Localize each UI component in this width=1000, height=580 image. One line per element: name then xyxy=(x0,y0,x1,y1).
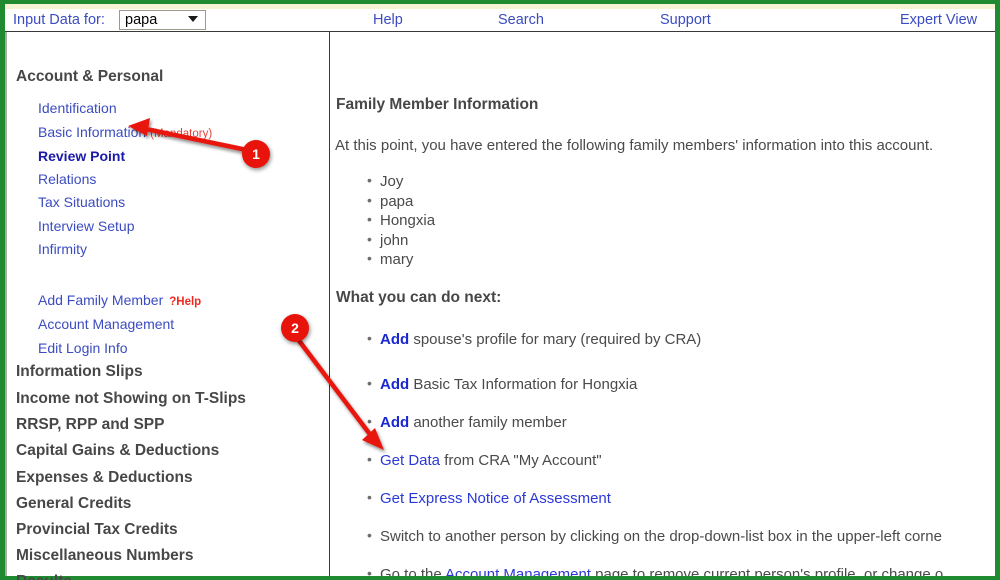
sidebar-item-tax-situations[interactable]: Tax Situations xyxy=(38,194,125,210)
person-select[interactable]: papa xyxy=(119,10,206,30)
sidebar-section-information-slips[interactable]: Information Slips xyxy=(16,363,143,381)
action-text: spouse's profile for mary (required by C… xyxy=(409,331,702,348)
list-item: Joy xyxy=(367,172,404,190)
account-management-link[interactable]: Account Management xyxy=(445,566,591,576)
page-title: Family Member Information xyxy=(336,96,539,113)
window-frame-right xyxy=(995,0,1000,580)
list-item: papa xyxy=(367,192,414,210)
action-account-management: Go to the Account Management page to rem… xyxy=(367,565,944,576)
sidebar-item-label: Add Family Member xyxy=(38,292,164,308)
sidebar-section-results[interactable]: Results xyxy=(16,573,72,580)
sidebar-item-label: Interview Setup xyxy=(38,218,135,234)
action-text: another family member xyxy=(409,414,567,431)
nav-item-expert-view[interactable]: Expert View xyxy=(900,12,977,28)
header: Input Data for: papa Help Search Support… xyxy=(5,9,995,31)
action-text: from CRA "My Account" xyxy=(440,452,602,469)
sidebar-item-label: Identification xyxy=(38,100,117,116)
input-data-label: Input Data for: xyxy=(13,12,105,28)
action-switch-person: Switch to another person by clicking on … xyxy=(367,527,942,545)
sidebar-item-review-point[interactable]: Review Point xyxy=(38,148,125,164)
nav-item-help[interactable]: Help xyxy=(373,12,403,28)
action-add-basic-tax-info: Add Basic Tax Information for Hongxia xyxy=(367,375,638,393)
sidebar-item-interview-setup[interactable]: Interview Setup xyxy=(38,218,135,234)
action-add-another-member: Add another family member xyxy=(367,413,567,431)
sidebar-section-general-credits[interactable]: General Credits xyxy=(16,495,131,513)
list-item: john xyxy=(367,231,409,249)
action-text: Switch to another person by clicking on … xyxy=(380,528,942,545)
action-get-data-cra: Get Data from CRA "My Account" xyxy=(367,451,602,469)
sidebar: Account & Personal Identification Basic … xyxy=(7,32,329,580)
sidebar-section-provincial-tax-credits[interactable]: Provincial Tax Credits xyxy=(16,521,178,539)
sidebar-item-label: Basic Information xyxy=(38,124,147,140)
sidebar-section-capital-gains[interactable]: Capital Gains & Deductions xyxy=(16,442,219,460)
nav-item-support[interactable]: Support xyxy=(660,12,711,28)
nav-item-search[interactable]: Search xyxy=(498,12,544,28)
get-data-link[interactable]: Get Data xyxy=(380,452,440,469)
action-add-spouse-profile: Add spouse's profile for mary (required … xyxy=(367,330,702,348)
mandatory-tag: (Mandatory) xyxy=(150,128,213,140)
chevron-down-icon xyxy=(188,16,198,22)
sidebar-item-label: Infirmity xyxy=(38,241,87,257)
add-basic-tax-info-link[interactable]: Add xyxy=(380,376,409,393)
next-steps-heading: What you can do next: xyxy=(336,289,502,306)
sidebar-item-identification[interactable]: Identification xyxy=(38,100,117,116)
sidebar-item-relations[interactable]: Relations xyxy=(38,171,96,187)
sidebar-item-label: Relations xyxy=(38,171,97,187)
sidebar-section-expenses-deductions[interactable]: Expenses & Deductions xyxy=(16,469,193,487)
list-item: Hongxia xyxy=(367,211,435,229)
sidebar-item-label: Review Point xyxy=(38,148,126,164)
sidebar-item-infirmity[interactable]: Infirmity xyxy=(38,241,87,257)
sidebar-section-rrsp-rpp-spp[interactable]: RRSP, RPP and SPP xyxy=(16,416,164,434)
help-tag[interactable]: ?Help xyxy=(169,296,201,308)
window-frame-bottom xyxy=(0,576,1000,580)
action-text-suffix: page to remove current person's profile,… xyxy=(590,566,944,576)
add-another-member-link[interactable]: Add xyxy=(380,414,409,431)
application-window: Input Data for: papa Help Search Support… xyxy=(0,0,1000,580)
sidebar-item-basic-information[interactable]: Basic Information (Mandatory) xyxy=(38,124,212,140)
action-text: Basic Tax Information for Hongxia xyxy=(409,376,638,393)
sidebar-item-label: Edit Login Info xyxy=(38,340,128,356)
person-select-value: papa xyxy=(125,12,158,28)
sidebar-section-miscellaneous-numbers[interactable]: Miscellaneous Numbers xyxy=(16,547,193,565)
action-get-express-noa: Get Express Notice of Assessment xyxy=(367,489,611,507)
sidebar-section-account-personal[interactable]: Account & Personal xyxy=(16,68,163,86)
sidebar-item-edit-login-info[interactable]: Edit Login Info xyxy=(38,340,128,356)
main-content: Family Member Information At this point,… xyxy=(330,32,995,576)
intro-text: At this point, you have entered the foll… xyxy=(335,137,934,154)
list-item: mary xyxy=(367,250,413,268)
sidebar-item-label: Tax Situations xyxy=(38,194,126,210)
sidebar-section-income-not-showing[interactable]: Income not Showing on T-Slips xyxy=(16,390,246,408)
sidebar-item-add-family-member[interactable]: Add Family Member ?Help xyxy=(38,292,201,308)
action-text-prefix: Go to the xyxy=(380,566,446,576)
sidebar-item-account-management[interactable]: Account Management xyxy=(38,316,174,332)
get-express-noa-link[interactable]: Get Express Notice of Assessment xyxy=(380,490,611,507)
add-spouse-link[interactable]: Add xyxy=(380,331,409,348)
sidebar-item-label: Account Management xyxy=(38,316,175,332)
